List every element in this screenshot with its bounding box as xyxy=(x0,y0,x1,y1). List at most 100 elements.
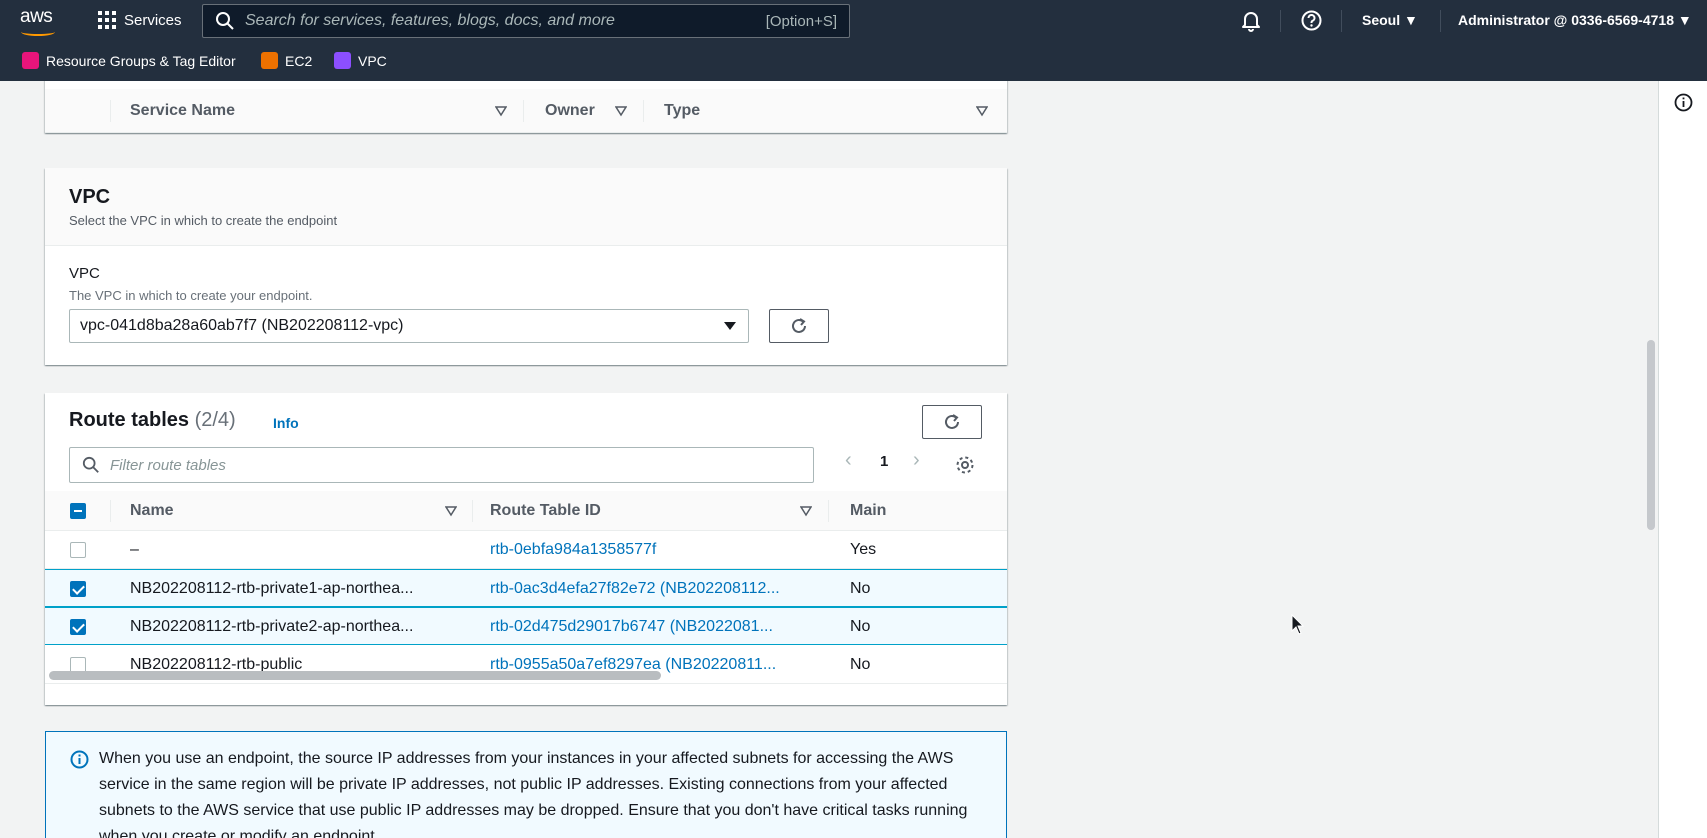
column-divider xyxy=(523,100,524,122)
route-table-name: NB202208112-rtb-private2-ap-northea... xyxy=(130,618,414,635)
scrollbar-thumb[interactable] xyxy=(1647,340,1655,530)
settings-gear-icon[interactable] xyxy=(955,455,975,475)
bell-icon[interactable] xyxy=(1241,10,1261,32)
route-tables-filter-input[interactable]: Filter route tables xyxy=(69,447,814,483)
vpc-panel: VPC Select the VPC in which to create th… xyxy=(45,168,1007,365)
route-table-name: NB202208112-rtb-private1-ap-northea... xyxy=(130,580,414,597)
table-row[interactable]: NB202208112-rtb-private2-ap-northea... r… xyxy=(45,607,1007,645)
favorite-ec2[interactable]: EC2 xyxy=(261,52,312,69)
row-checkbox[interactable] xyxy=(70,542,86,558)
vpc-panel-description: Select the VPC in which to create the en… xyxy=(69,213,338,228)
sort-icon[interactable] xyxy=(445,505,457,517)
info-alert-text: When you use an endpoint, the source IP … xyxy=(99,750,968,838)
column-header-main[interactable]: Main xyxy=(850,502,886,520)
select-all-checkbox[interactable] xyxy=(70,503,86,519)
caret-down-icon: ▼ xyxy=(1404,12,1418,28)
caret-down-icon: ▼ xyxy=(1677,12,1692,28)
route-tables-title: Route tables (2/4) xyxy=(69,409,236,432)
sort-icon[interactable] xyxy=(495,105,507,117)
caret-down-icon xyxy=(724,322,736,330)
favorite-label: EC2 xyxy=(285,52,313,69)
filter-placeholder: Filter route tables xyxy=(110,456,226,474)
vpc-panel-header: VPC Select the VPC in which to create th… xyxy=(45,168,1007,246)
vpc-field-label: VPC xyxy=(69,265,100,282)
region-selector[interactable]: Seoul ▼ xyxy=(1362,12,1418,28)
route-table-id-link[interactable]: rtb-0ebfa984a1358577f xyxy=(490,541,656,559)
refresh-icon xyxy=(945,414,959,429)
aws-smile-icon xyxy=(21,28,55,36)
vpc-icon xyxy=(334,52,351,69)
help-panel-rail xyxy=(1658,81,1707,838)
account-menu[interactable]: Administrator @ 0336-6569-4718 ▼ xyxy=(1458,12,1692,28)
aws-logo-text: aws xyxy=(20,6,53,27)
top-navigation: aws Services Search for services, featur… xyxy=(0,0,1707,41)
favorite-label: VPC xyxy=(358,52,387,69)
vertical-scrollbar[interactable] xyxy=(1640,81,1658,838)
column-divider xyxy=(110,100,111,122)
favorite-resource-groups[interactable]: Resource Groups & Tag Editor xyxy=(22,52,236,69)
table-row[interactable]: – rtb-0ebfa984a1358577f Yes xyxy=(45,531,1007,569)
refresh-route-tables-button[interactable] xyxy=(922,405,982,439)
mouse-cursor-icon xyxy=(1291,614,1305,635)
favorite-vpc[interactable]: VPC xyxy=(334,52,387,69)
refresh-vpc-button[interactable] xyxy=(769,309,829,343)
previous-page-icon[interactable]: ‹ xyxy=(845,449,852,472)
global-search-input[interactable]: Search for services, features, blogs, do… xyxy=(202,4,850,38)
route-table-name: – xyxy=(130,541,139,558)
column-header-service-name[interactable]: Service Name xyxy=(130,102,235,120)
search-placeholder: Search for services, features, blogs, do… xyxy=(245,12,615,29)
refresh-icon xyxy=(792,318,806,333)
aws-logo[interactable]: aws xyxy=(20,6,60,36)
route-table-id-link[interactable]: rtb-0ac3d4efa27f82e72 (NB202208112... xyxy=(490,580,780,598)
row-checkbox[interactable] xyxy=(70,619,86,635)
nav-divider xyxy=(1440,10,1441,32)
sort-icon[interactable] xyxy=(615,105,627,117)
services-table-header: Service Name Owner Type xyxy=(45,89,1007,133)
services-menu-button[interactable]: Services xyxy=(98,11,182,29)
nav-divider xyxy=(1280,10,1281,32)
account-label: Administrator @ 0336-6569-4718 xyxy=(1458,12,1674,28)
route-tables-header: Name Route Table ID Main xyxy=(45,491,1007,531)
column-divider xyxy=(643,100,644,122)
column-header-type[interactable]: Type xyxy=(664,102,700,120)
search-icon xyxy=(82,456,99,473)
route-table-main: No xyxy=(850,618,871,635)
table-row[interactable]: NB202208112-rtb-private1-ap-northea... r… xyxy=(45,569,1007,607)
region-label: Seoul xyxy=(1362,12,1401,28)
route-table-main: No xyxy=(850,656,871,673)
ec2-icon xyxy=(261,52,278,69)
sort-icon[interactable] xyxy=(800,505,812,517)
favorites-bar: Resource Groups & Tag Editor EC2 VPC xyxy=(0,41,1707,81)
vpc-panel-title: VPC xyxy=(69,186,111,208)
page-number[interactable]: 1 xyxy=(880,453,888,470)
search-shortcut: [Option+S] xyxy=(765,12,837,30)
next-page-icon[interactable]: › xyxy=(913,449,920,472)
info-icon xyxy=(70,750,89,769)
vpc-select[interactable]: vpc-041d8ba28a60ab7f7 (NB202208112-vpc) xyxy=(69,309,749,343)
column-divider xyxy=(110,500,111,522)
route-table-main: Yes xyxy=(850,541,877,558)
vpc-select-value: vpc-041d8ba28a60ab7f7 (NB202208112-vpc) xyxy=(80,317,404,334)
route-tables-panel: Route tables (2/4) Info Filter route tab… xyxy=(45,393,1007,705)
column-header-name[interactable]: Name xyxy=(130,502,174,520)
route-tables-count: (2/4) xyxy=(194,409,236,431)
horizontal-scrollbar[interactable] xyxy=(49,671,661,680)
route-table-main: No xyxy=(850,580,871,597)
route-tables-title-text: Route tables xyxy=(69,409,190,431)
column-header-owner[interactable]: Owner xyxy=(545,102,595,120)
route-tables-info-link[interactable]: Info xyxy=(273,415,299,431)
help-icon[interactable] xyxy=(1301,10,1322,31)
info-panel-icon[interactable] xyxy=(1674,93,1693,112)
column-divider xyxy=(828,500,829,522)
sort-icon[interactable] xyxy=(976,105,988,117)
column-divider xyxy=(472,500,473,522)
route-table-id-link[interactable]: rtb-02d475d29017b6747 (NB2022081... xyxy=(490,618,773,636)
row-checkbox[interactable] xyxy=(70,581,86,597)
column-header-route-table-id[interactable]: Route Table ID xyxy=(490,502,601,520)
nav-divider xyxy=(1341,10,1342,32)
search-icon xyxy=(216,12,234,30)
vpc-field-description: The VPC in which to create your endpoint… xyxy=(69,288,313,303)
services-label: Services xyxy=(124,11,182,29)
info-alert: When you use an endpoint, the source IP … xyxy=(45,731,1007,838)
services-table: Service Name Owner Type xyxy=(45,81,1007,133)
